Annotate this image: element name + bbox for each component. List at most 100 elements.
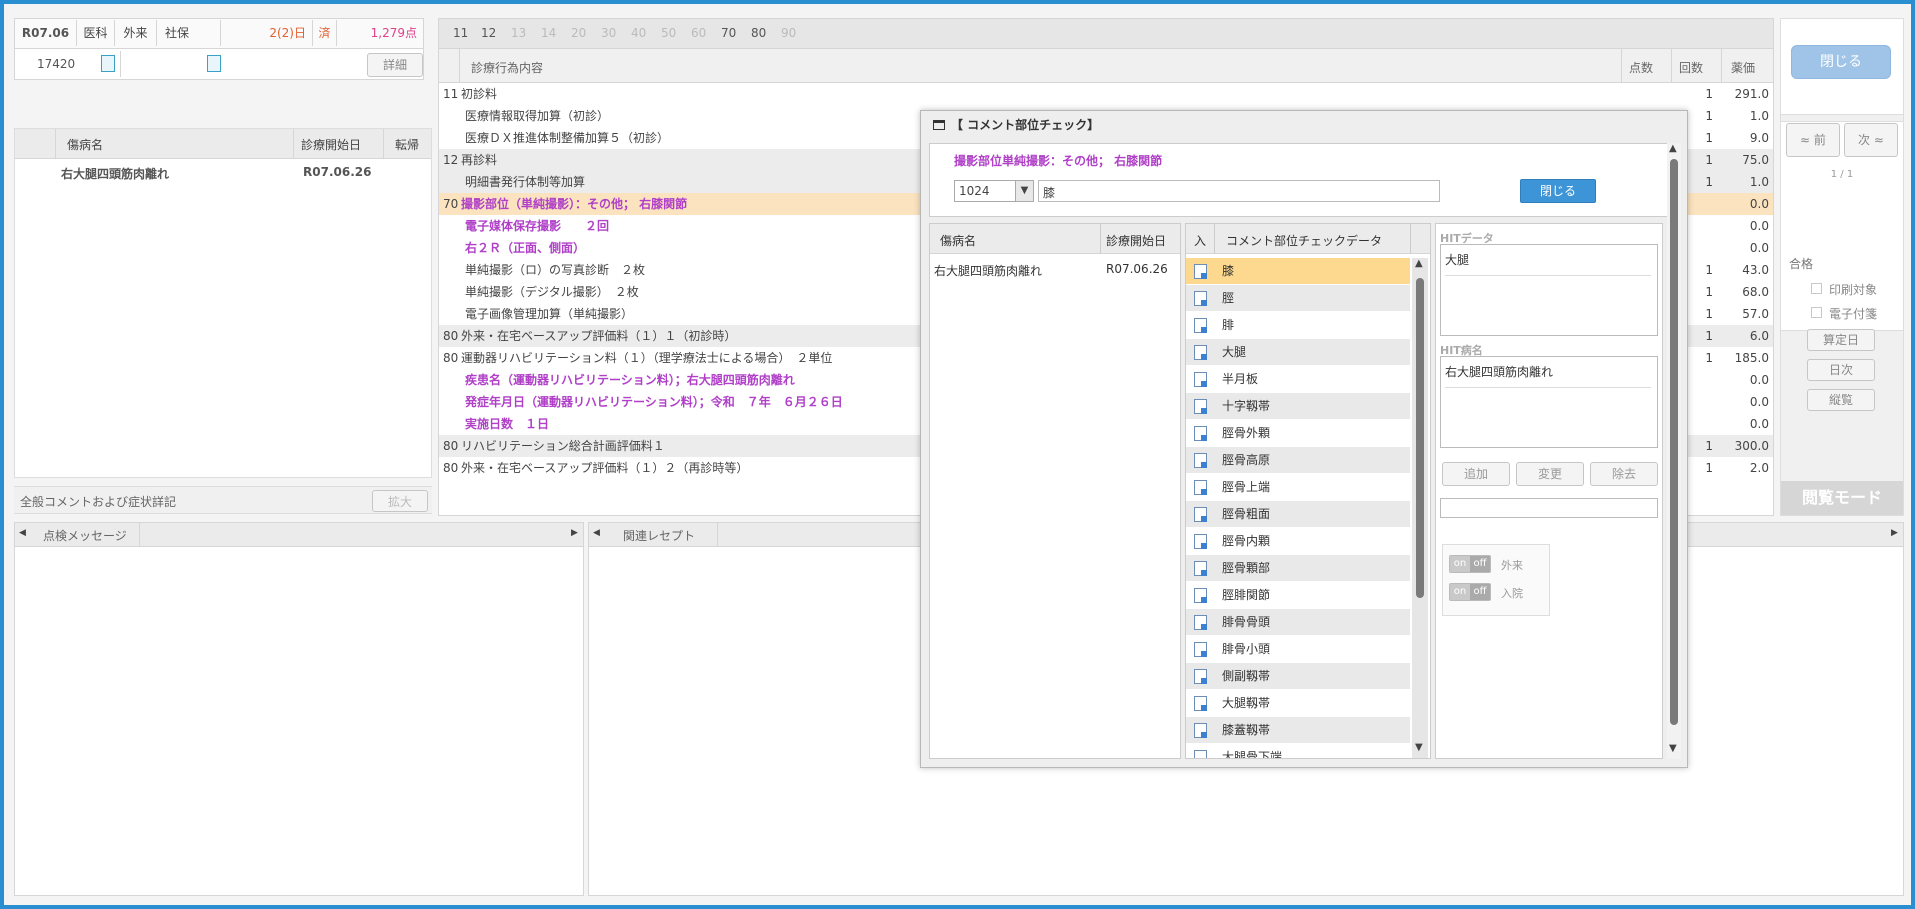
list-scrollbar[interactable]: ▲ ▼ [1412,258,1428,758]
document-icon[interactable] [1194,453,1207,468]
document-icon[interactable] [1194,399,1207,414]
document-icon[interactable] [1194,507,1207,522]
dialog-close-button[interactable]: 閉じる [1520,179,1596,203]
document-icon[interactable] [1194,480,1207,495]
site-list-item[interactable]: 脛骨粗面 [1186,501,1410,528]
document-icon[interactable] [1194,291,1207,306]
change-button[interactable]: 変更 [1516,462,1584,486]
document-icon[interactable] [1194,534,1207,549]
e-attach-checkbox[interactable] [1811,307,1822,318]
scroll-up-icon[interactable]: ▲ [1415,258,1423,269]
document-icon[interactable] [1194,615,1207,630]
document-icon[interactable] [207,55,221,72]
chevron-right-icon[interactable]: ▶ [571,528,578,538]
document-icon[interactable] [1194,642,1207,657]
chevron-left-icon[interactable]: ◀ [593,528,600,538]
site-list-item[interactable]: 大腿 [1186,339,1410,366]
site-list-item[interactable]: 大腿骨下端 [1186,744,1410,758]
col-content: 診療行為内容 [471,61,544,75]
detail-button[interactable]: 詳細 [367,53,423,77]
comment-text-input[interactable] [1440,498,1658,518]
tab-related-receipt[interactable]: 関連レセプト [623,527,695,544]
tab-category-40[interactable]: 40 [631,26,646,40]
site-list-item[interactable]: 脛 [1186,285,1410,312]
site-list-item[interactable]: 脛骨上端 [1186,474,1410,501]
document-icon[interactable] [1194,669,1207,684]
code-select-value: 1024 [959,184,990,198]
add-button[interactable]: 追加 [1442,462,1510,486]
hit-data-box[interactable]: 大腿 [1440,244,1658,336]
tab-category-70[interactable]: 70 [721,26,736,40]
site-list-item[interactable]: 脛骨外顆 [1186,420,1410,447]
scroll-up-icon[interactable]: ▲ [1669,143,1677,154]
site-list-item[interactable]: 脛腓関節 [1186,582,1410,609]
site-list-label: 十字靱帯 [1222,399,1271,413]
site-list-item[interactable]: 腓骨骨頭 [1186,609,1410,636]
document-icon[interactable] [1194,723,1207,738]
chevron-left-icon[interactable]: ◀ [19,528,26,538]
tab-category-12[interactable]: 12 [481,26,496,40]
outpatient-toggle[interactable]: on off [1449,555,1491,573]
site-list-item[interactable]: 大腿靱帯 [1186,690,1410,717]
prev-button[interactable]: ≈ 前 [1786,123,1840,157]
document-icon[interactable] [1194,750,1207,758]
procedure-text: 外来・在宅ベースアップ評価料（１）１（初診時） [461,329,737,343]
document-icon[interactable] [1194,345,1207,360]
tab-category-60[interactable]: 60 [691,26,706,40]
site-list-item[interactable]: 膝 [1186,258,1410,285]
procedure-price: 1.0 [1749,175,1769,189]
diag-row-name[interactable]: 右大腿四頭筋肉離れ [61,165,169,182]
document-icon[interactable] [1194,372,1207,387]
document-icon[interactable] [101,55,115,72]
tab-category-20[interactable]: 20 [571,26,586,40]
site-list-item[interactable]: 脛骨顆部 [1186,555,1410,582]
search-input[interactable]: 膝 [1038,180,1440,202]
procedure-price: 0.0 [1749,417,1769,431]
site-list-item[interactable]: 脛骨高原 [1186,447,1410,474]
print-target-checkbox[interactable] [1811,283,1822,294]
scroll-down-icon[interactable]: ▼ [1415,742,1423,753]
dialog-diag-row-date[interactable]: R07.06.26 [1106,262,1168,276]
document-icon[interactable] [1194,426,1207,441]
tab-category-30[interactable]: 30 [601,26,616,40]
site-list-item[interactable]: 側副靱帯 [1186,663,1410,690]
tab-category-80[interactable]: 80 [751,26,766,40]
site-list-item[interactable]: 脛骨内顆 [1186,528,1410,555]
tab-category-14[interactable]: 14 [541,26,556,40]
site-list-item[interactable]: 半月板 [1186,366,1410,393]
dialog-diag-row-name[interactable]: 右大腿四頭筋肉離れ [934,262,1042,279]
next-button[interactable]: 次 ≈ [1844,123,1898,157]
site-list-item[interactable]: 腓骨小頭 [1186,636,1410,663]
tab-category-90[interactable]: 90 [781,26,796,40]
inpatient-toggle[interactable]: on off [1449,583,1491,601]
dialog-scrollbar[interactable]: ▲ ▼ [1667,143,1681,759]
site-list-item[interactable]: 腓 [1186,312,1410,339]
tab-category-13[interactable]: 13 [511,26,526,40]
expand-button[interactable]: 拡大 [372,490,428,512]
document-icon[interactable] [1194,696,1207,711]
daily-button[interactable]: 日次 [1807,359,1875,381]
site-list-item[interactable]: 十字靱帯 [1186,393,1410,420]
vertical-button[interactable]: 縦覧 [1807,389,1875,411]
tab-category-50[interactable]: 50 [661,26,676,40]
site-list-label: 脛骨内顆 [1222,534,1271,548]
code-select[interactable]: 1024 ▼ [954,180,1034,202]
calc-day-button[interactable]: 算定日 [1807,329,1875,351]
site-list-item[interactable]: 膝蓋靱帯 [1186,717,1410,744]
hit-disease-box[interactable]: 右大腿四頭筋肉離れ [1440,356,1658,448]
document-icon[interactable] [1194,561,1207,576]
procedure-row[interactable]: 11 初診料 1 291.0 [439,83,1773,105]
document-icon[interactable] [1194,588,1207,603]
document-icon[interactable] [1194,264,1207,279]
remove-button[interactable]: 除去 [1590,462,1658,486]
procedure-text: 運動器リハビリテーション料（１）（理学療法士による場合） ２単位 [461,351,833,365]
document-icon[interactable] [1194,318,1207,333]
chevron-right-icon[interactable]: ▶ [1891,528,1898,538]
scroll-down-icon[interactable]: ▼ [1669,743,1677,754]
tab-check-message[interactable]: 点検メッセージ [43,527,127,544]
diag-row-date[interactable]: R07.06.26 [303,165,371,179]
eye-icon: ≈ [1870,133,1884,147]
tab-category-11[interactable]: 11 [453,26,468,40]
procedure-price: 185.0 [1734,351,1769,365]
close-button[interactable]: 閉じる [1791,45,1891,79]
